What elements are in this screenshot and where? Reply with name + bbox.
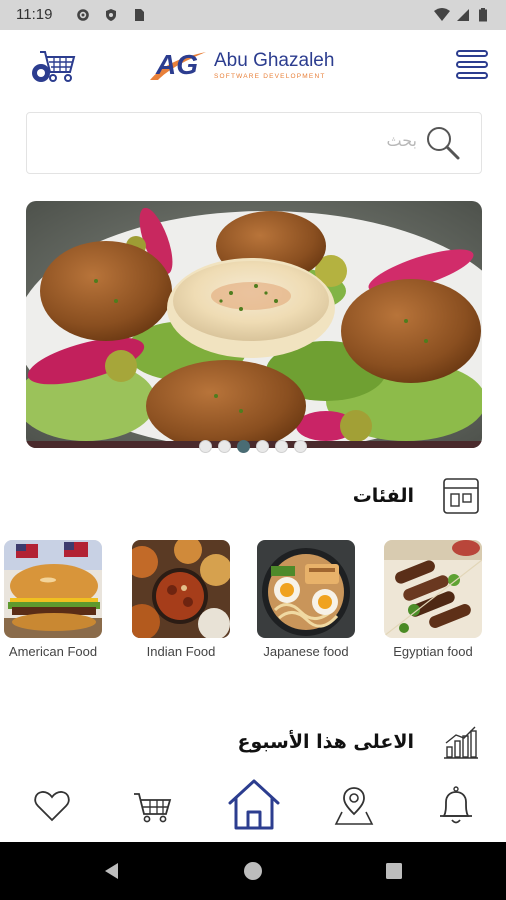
bottom-nav <box>0 770 506 842</box>
signal-status-icon <box>457 9 469 21</box>
egyptian-food-image <box>384 540 482 638</box>
menu-icon[interactable] <box>456 48 488 82</box>
cart-icon[interactable] <box>130 784 174 828</box>
category-card-japanese[interactable]: Japanese food <box>253 540 359 659</box>
banner-dot[interactable] <box>275 440 288 453</box>
logo-subtitle: SOFTWARE DEVELOPMENT <box>214 73 326 80</box>
system-navigation-bar <box>0 842 506 900</box>
logo-title: Abu Ghazaleh <box>214 50 335 71</box>
search-input[interactable]: بحث <box>26 112 482 174</box>
top-week-header: الاعلى هذا الأسبوع <box>237 722 480 762</box>
categories-header: الفئات <box>353 476 480 516</box>
bar-chart-icon[interactable] <box>442 723 480 761</box>
sim-status-icon <box>135 9 144 21</box>
banner-slider[interactable] <box>26 201 482 448</box>
categories-icon[interactable] <box>442 477 480 515</box>
banner-dot-active[interactable] <box>237 440 250 453</box>
shield-status-icon <box>106 9 116 21</box>
wifi-status-icon <box>434 8 450 21</box>
app-header: AG Abu Ghazaleh SOFTWARE DEVELOPMENT <box>0 30 506 100</box>
logo-mark-text: AG <box>155 49 198 80</box>
status-time: 11:19 <box>16 6 53 23</box>
banner-dot[interactable] <box>199 440 212 453</box>
banner-dot[interactable] <box>256 440 269 453</box>
heart-icon[interactable] <box>30 784 74 828</box>
banner-food-image <box>26 201 482 448</box>
categories-list: American Food Indian Food Japanese food … <box>0 540 506 670</box>
category-label: Japanese food <box>263 644 349 659</box>
search-icon[interactable] <box>425 125 461 161</box>
back-icon[interactable] <box>102 861 122 881</box>
search-placeholder: بحث <box>386 131 418 150</box>
japanese-food-image <box>257 540 355 638</box>
logo-mark-icon: AG <box>150 49 206 80</box>
banner-pagination <box>0 440 506 454</box>
category-card-egyptian[interactable]: Egyptian food <box>380 540 486 659</box>
battery-status-icon <box>479 8 487 22</box>
home-icon[interactable] <box>226 776 282 832</box>
cart-badge-icon[interactable] <box>30 46 76 84</box>
categories-title: الفئات <box>352 485 414 507</box>
indian-food-image <box>132 540 230 638</box>
location-icon[interactable] <box>332 784 376 828</box>
recents-icon[interactable] <box>384 861 404 881</box>
top-week-title: الاعلى هذا الأسبوع <box>237 731 414 753</box>
american-food-image <box>4 540 102 638</box>
bell-icon[interactable] <box>434 784 478 828</box>
category-card-american[interactable]: American Food <box>0 540 106 659</box>
banner-dot[interactable] <box>294 440 307 453</box>
category-card-indian[interactable]: Indian Food <box>128 540 234 659</box>
category-label: Indian Food <box>146 644 216 659</box>
category-label: American Food <box>8 644 98 659</box>
category-label: Egyptian food <box>393 644 473 659</box>
banner-dot[interactable] <box>218 440 231 453</box>
settings-status-icon <box>77 9 89 21</box>
status-bar: 11:19 <box>0 0 506 30</box>
brand-logo: AG Abu Ghazaleh SOFTWARE DEVELOPMENT <box>148 44 368 86</box>
home-system-icon[interactable] <box>243 861 263 881</box>
